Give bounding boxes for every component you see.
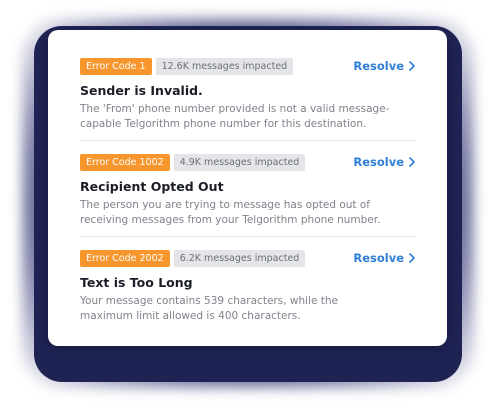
error-title: Text is Too Long — [80, 275, 193, 290]
resolve-label: Resolve — [353, 155, 404, 169]
impact-count-badge: 4.9K messages impacted — [173, 154, 306, 171]
resolve-link[interactable]: Resolve — [353, 59, 415, 73]
error-code-badge: Error Code 1002 — [80, 154, 170, 171]
error-title: Sender is Invalid. — [80, 83, 203, 98]
error-item: Error Code 1002 4.9K messages impacted R… — [80, 141, 415, 237]
impact-count-badge: 12.6K messages impacted — [155, 58, 294, 75]
chevron-right-icon — [409, 61, 415, 71]
error-item: Error Code 1 12.6K messages impacted Res… — [80, 30, 415, 141]
error-description: Your message contains 539 characters, wh… — [80, 295, 338, 322]
error-description: The 'From' phone number provided is not … — [80, 103, 390, 130]
error-code-badge: Error Code 2002 — [80, 250, 170, 267]
resolve-link[interactable]: Resolve — [353, 251, 415, 265]
error-list-card: Error Code 1 12.6K messages impacted Res… — [48, 30, 447, 346]
error-item: Error Code 2002 6.2K messages impacted R… — [80, 237, 415, 333]
chevron-right-icon — [409, 253, 415, 263]
error-code-badge: Error Code 1 — [80, 58, 152, 75]
impact-count-badge: 6.2K messages impacted — [173, 250, 306, 267]
error-title: Recipient Opted Out — [80, 179, 224, 194]
resolve-link[interactable]: Resolve — [353, 155, 415, 169]
resolve-label: Resolve — [353, 59, 404, 73]
chevron-right-icon — [409, 157, 415, 167]
error-description: The person you are trying to message has… — [80, 199, 381, 226]
resolve-label: Resolve — [353, 251, 404, 265]
